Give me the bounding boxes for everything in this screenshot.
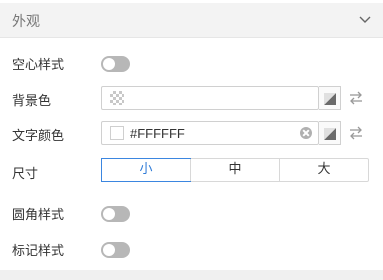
row-size: 尺寸 小 中 大 (0, 157, 383, 187)
rounded-style-toggle[interactable] (101, 206, 130, 222)
hollow-style-toggle[interactable] (101, 56, 130, 72)
transparent-swatch (110, 91, 124, 105)
color-picker-icon (324, 128, 336, 140)
color-picker-icon (324, 93, 336, 105)
section-title: 外观 (12, 14, 40, 30)
text-color-field[interactable]: #FFFFFF (101, 121, 319, 145)
size-option-large[interactable]: 大 (279, 159, 368, 181)
swap-icon[interactable] (348, 90, 364, 106)
white-swatch (110, 126, 124, 140)
clear-icon[interactable] (300, 127, 312, 139)
rounded-style-label: 圆角样式 (12, 208, 65, 223)
toggle-knob (103, 244, 115, 256)
size-option-medium[interactable]: 中 (190, 159, 279, 181)
size-label: 尺寸 (12, 167, 39, 182)
hollow-style-label: 空心样式 (12, 58, 65, 73)
row-text-color: 文字颜色 #FFFFFF (0, 119, 383, 149)
background-color-picker-button[interactable] (319, 86, 341, 110)
text-color-value: #FFFFFF (130, 126, 185, 141)
appearance-panel: 外观 空心样式 背景色 文字颜色 #FFFFFF 尺寸 小 中 大 圆角样式 标… (0, 0, 383, 280)
row-hollow-style: 空心样式 (0, 48, 383, 78)
size-segmented-control: 小 中 大 (101, 158, 369, 182)
row-marker-style: 标记样式 (0, 234, 383, 264)
row-background-color: 背景色 (0, 84, 383, 114)
swap-icon[interactable] (348, 125, 364, 141)
toggle-knob (103, 58, 115, 70)
chevron-down-icon[interactable] (359, 16, 371, 24)
panel-footer (0, 270, 383, 280)
section-header-appearance[interactable]: 外观 (0, 3, 383, 38)
marker-style-label: 标记样式 (12, 244, 65, 259)
row-rounded-style: 圆角样式 (0, 198, 383, 228)
toggle-knob (103, 208, 115, 220)
marker-style-toggle[interactable] (101, 242, 130, 258)
background-color-field[interactable] (101, 86, 319, 110)
background-color-label: 背景色 (12, 94, 52, 109)
text-color-picker-button[interactable] (319, 121, 341, 145)
text-color-label: 文字颜色 (12, 129, 65, 144)
size-option-small[interactable]: 小 (101, 158, 191, 182)
